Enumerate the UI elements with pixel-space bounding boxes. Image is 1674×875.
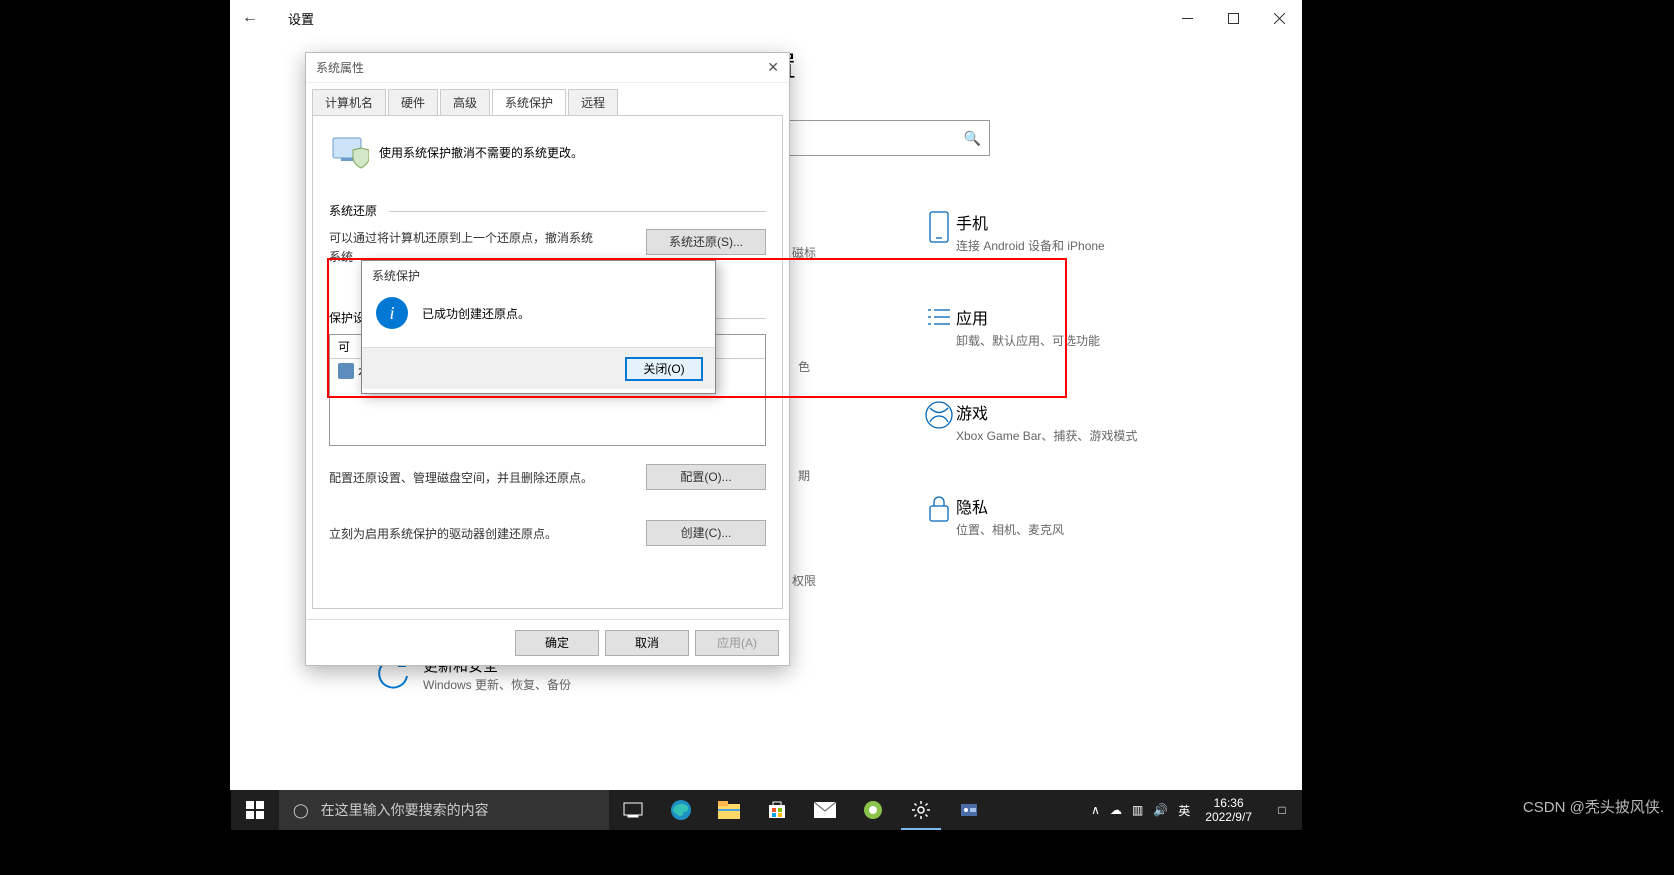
disk-icon [338,363,354,379]
category-privacy[interactable]: 隐私位置、相机、麦克风 [922,494,1182,539]
minimize-button[interactable] [1164,0,1210,36]
tray-chevron-icon[interactable]: ∧ [1086,803,1105,817]
maximize-button[interactable] [1210,0,1256,36]
apps-icon [922,305,956,339]
start-button[interactable] [231,790,279,830]
tab-system-protection[interactable]: 系统保护 [492,89,566,115]
store-icon[interactable] [753,790,801,830]
back-button[interactable]: ← [230,9,270,27]
search-icon: ◯ [293,802,309,819]
tab-remote[interactable]: 远程 [568,89,618,115]
close-button[interactable] [1256,0,1302,36]
explorer-icon[interactable] [705,790,753,830]
window-title: 设置 [288,9,314,28]
create-button[interactable]: 创建(C)... [646,520,766,546]
app-icon[interactable] [849,790,897,830]
edge-icon[interactable] [657,790,705,830]
taskbar: ◯ 在这里输入你要搜索的内容 ∧ ☁ ▥ 🔊 英 16:36 2022/9/7 … [231,790,1302,830]
tab-computer-name[interactable]: 计算机名 [312,89,386,115]
message-close-button[interactable]: 关闭(O) [625,357,703,381]
system-tray: ∧ ☁ ▥ 🔊 英 16:36 2022/9/7 □ [1086,796,1302,825]
tray-display-icon[interactable]: ▥ [1127,803,1148,817]
tab-advanced[interactable]: 高级 [440,89,490,115]
truncated-text: 色 [798,358,810,375]
taskbar-icons [609,790,993,830]
search-placeholder: 在这里输入你要搜索的内容 [321,800,489,820]
system-restore-button[interactable]: 系统还原(S)... [646,229,766,255]
window-controls [1164,0,1302,36]
settings-category-list: 手机连接 Android 设备和 iPhone 应用卸载、默认应用、可选功能 游… [922,210,1182,589]
settings-window: ← 设置 设置 🔍 手机连接 Android 设备和 iPhone 应用卸载、默… [230,0,1302,790]
configure-button[interactable]: 配置(O)... [646,464,766,490]
tray-clock[interactable]: 16:36 2022/9/7 [1195,796,1262,825]
notification-icon[interactable]: □ [1262,803,1302,817]
dialog-tabs: 计算机名 硬件 高级 系统保护 远程 [306,83,789,115]
message-dialog: 系统保护 i 已成功创建还原点。 关闭(O) [361,260,716,394]
truncated-text: 权限 [792,572,816,589]
taskbar-search[interactable]: ◯ 在这里输入你要搜索的内容 [279,790,609,830]
tray-volume-icon[interactable]: 🔊 [1148,803,1173,817]
dialog-close-button[interactable]: ✕ [767,59,779,76]
phone-icon [922,210,956,244]
message-title: 系统保护 [362,261,715,289]
dialog-title-bar: 系统属性 ✕ [306,53,789,83]
truncated-text: 磁标 [792,244,816,261]
xbox-icon [922,400,956,434]
tab-hardware[interactable]: 硬件 [388,89,438,115]
title-bar: ← 设置 [230,0,1302,36]
mail-icon[interactable] [801,790,849,830]
category-apps[interactable]: 应用卸载、默认应用、可选功能 [922,305,1182,350]
section-restore-label: 系统还原 [329,202,766,219]
category-phone[interactable]: 手机连接 Android 设备和 iPhone [922,210,1182,255]
lock-icon [922,494,956,528]
task-view-icon[interactable] [609,790,657,830]
category-games[interactable]: 游戏Xbox Game Bar、捕获、游戏模式 [922,400,1182,445]
info-icon: i [376,297,408,329]
cancel-button[interactable]: 取消 [605,630,689,656]
dialog-button-row: 确定 取消 应用(A) [306,619,789,665]
restore-description: 可以通过将计算机还原到上一个还原点，撤消系统 [329,229,646,246]
create-description: 立刻为启用系统保护的驱动器创建还原点。 [329,525,646,542]
watermark: CSDN @秃头披风侠. [1523,796,1664,817]
protection-description: 使用系统保护撤消不需要的系统更改。 [379,144,583,161]
ok-button[interactable]: 确定 [515,630,599,656]
tray-onedrive-icon[interactable]: ☁ [1105,803,1127,817]
app2-icon[interactable] [945,790,993,830]
tray-ime[interactable]: 英 [1173,802,1195,819]
search-icon: 🔍 [964,130,981,147]
truncated-text: 期 [798,467,810,484]
message-text: 已成功创建还原点。 [422,305,530,322]
configure-description: 配置还原设置、管理磁盘空间，并且删除还原点。 [329,469,646,486]
dialog-title: 系统属性 [316,59,364,76]
monitor-shield-icon [329,132,369,172]
apply-button: 应用(A) [695,630,779,656]
settings-icon[interactable] [897,790,945,830]
